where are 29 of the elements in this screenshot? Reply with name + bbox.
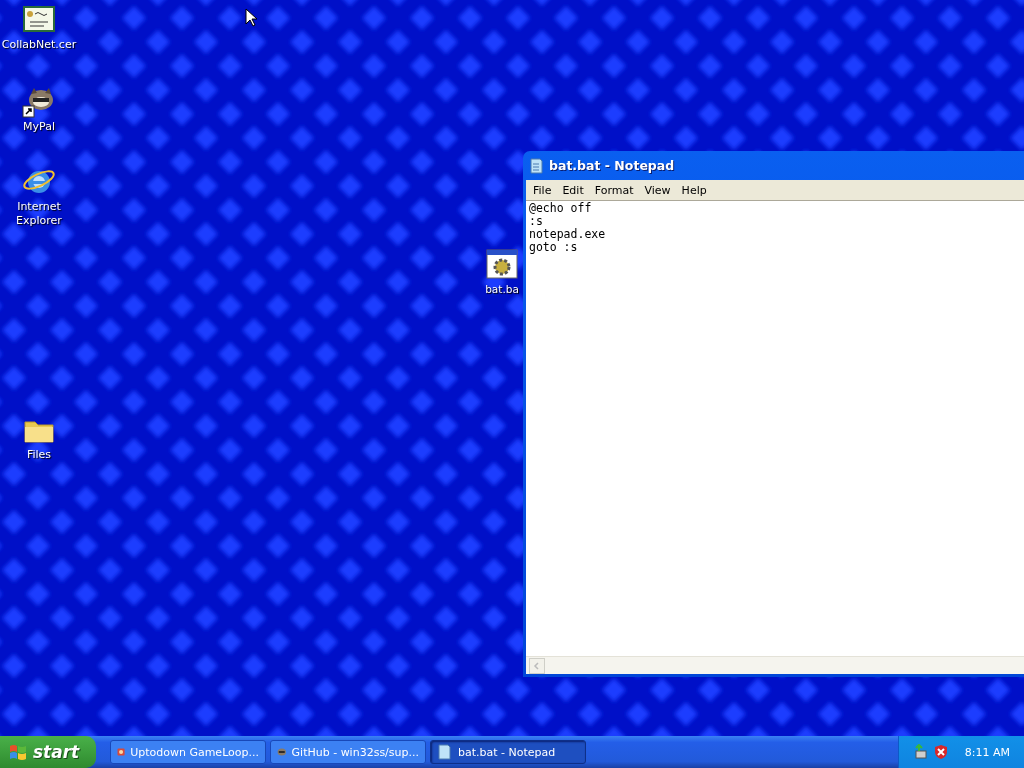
notepad-icon <box>529 157 543 174</box>
taskbar-button[interactable]: Uptodown GameLoop... <box>110 740 266 764</box>
icon-label[interactable]: bat.ba <box>485 282 519 296</box>
shield-icon[interactable] <box>932 744 949 760</box>
code-line: goto :s <box>529 241 578 254</box>
icon-label[interactable]: MyPal <box>23 120 55 134</box>
icon-label[interactable]: CollabNet.cer <box>1 38 77 52</box>
clock: 8:11 AM <box>964 745 1010 759</box>
horizontal-scrollbar[interactable] <box>526 656 1024 674</box>
window-title: bat.bat - Notepad <box>549 158 675 173</box>
taskbar-button[interactable]: GitHub - win32ss/sup... <box>270 740 426 764</box>
mouse-pointer-icon <box>245 8 257 27</box>
menu-item[interactable]: View <box>639 183 677 197</box>
text-editor[interactable]: @echo off :s notepad.exe goto :s <box>526 200 1024 656</box>
raccoon-icon[interactable] <box>22 86 56 118</box>
icon-label[interactable]: Files <box>26 448 52 462</box>
code-line: notepad.exe <box>529 228 607 241</box>
code-line: :s <box>529 215 544 228</box>
menu-item[interactable]: Help <box>676 183 713 197</box>
gear-window-icon[interactable] <box>485 248 519 280</box>
notepad-icon <box>437 744 453 760</box>
menu-item[interactable]: File <box>528 183 558 197</box>
menu-item[interactable]: Edit <box>557 183 590 197</box>
menu-item[interactable]: Format <box>589 183 640 197</box>
code-line: @echo off <box>529 202 593 215</box>
icon-label[interactable]: Internet Explorer <box>0 200 78 228</box>
windows-logo-icon <box>8 743 28 761</box>
network-icon[interactable] <box>912 744 929 760</box>
taskbar-button[interactable]: bat.bat - Notepad <box>430 740 586 764</box>
